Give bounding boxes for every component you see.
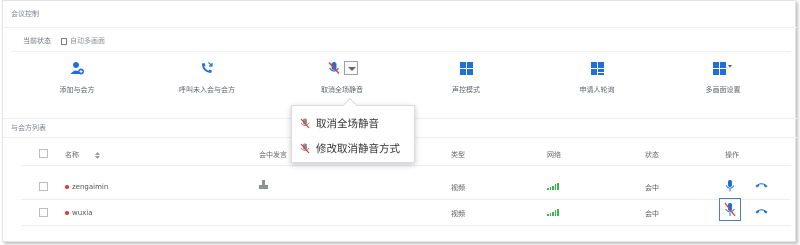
grid-icon <box>713 60 733 76</box>
requester-polling-button[interactable]: 申请人轮询 <box>547 60 647 95</box>
document-icon <box>61 37 67 45</box>
row-checkbox[interactable] <box>39 208 48 217</box>
grid-icon <box>590 60 604 76</box>
menu-item-label: 修改取消静音方式 <box>316 143 400 155</box>
menu-item-unmute-method[interactable]: 修改取消静音方式 <box>300 141 400 156</box>
status-row: 当前状态 自动多画面 <box>23 36 105 46</box>
mute-button[interactable] <box>725 180 735 192</box>
layout-label: 自动多画面 <box>70 37 105 45</box>
column-network: 网络 <box>547 151 561 159</box>
hangup-icon <box>755 183 768 188</box>
hangup-button[interactable] <box>755 208 768 214</box>
unmute-all-icon-group <box>327 60 358 76</box>
hangup-icon <box>755 209 768 214</box>
participant-status: 会中 <box>645 210 659 218</box>
mic-muted-icon <box>724 202 736 217</box>
call-icon <box>200 60 214 76</box>
signal-icon <box>547 183 559 192</box>
column-type: 类型 <box>451 151 465 159</box>
toolbar-label: 取消全场静音 <box>321 86 363 94</box>
call-absent-button[interactable]: 呼叫未入会与会方 <box>157 60 257 95</box>
table-row: wuxia 视频 会中 <box>21 198 791 224</box>
participant-name: zengaimin <box>65 183 108 191</box>
column-name[interactable]: 名称 <box>65 150 101 160</box>
toolbar-label: 声控模式 <box>452 86 480 94</box>
menu-item-unmute-all[interactable]: 取消全场静音 <box>300 116 379 131</box>
unmute-all-button[interactable]: 取消全场静音 <box>285 60 399 95</box>
unmute-dropdown-menu: 取消全场静音 修改取消静音方式 <box>291 97 415 163</box>
column-action: 操作 <box>725 151 739 159</box>
unmute-participant-button[interactable] <box>719 198 741 221</box>
mic-muted-icon <box>300 143 310 154</box>
toolbar-label: 添加与会方 <box>59 86 95 94</box>
status-label: 当前状态 <box>23 37 51 45</box>
participants-title: 与会方列表 <box>11 124 46 132</box>
toolbar: 添加与会方 呼叫未入会与会方 取消全场静音 声控模式 申请人轮询 多画面设置 <box>3 60 797 106</box>
menu-item-label: 取消全场静音 <box>316 118 379 130</box>
meeting-control-panel: 会议控制 当前状态 自动多画面 添加与会方 呼叫未入会与会方 取消全场静音 声控… <box>2 0 797 242</box>
hangup-button[interactable] <box>755 182 768 188</box>
row-checkbox[interactable] <box>39 182 48 191</box>
multi-view-settings-button[interactable]: 多画面设置 <box>673 60 773 95</box>
participant-status: 会中 <box>645 184 659 192</box>
signal-icon <box>547 209 559 218</box>
column-status: 状态 <box>645 151 659 159</box>
divider <box>21 199 791 200</box>
participant-type: 视频 <box>451 184 465 192</box>
chevron-down-icon[interactable] <box>343 61 358 75</box>
table-row: zengaimin 视频 会中 <box>21 176 791 198</box>
divider <box>21 225 791 226</box>
layout-status: 自动多画面 <box>61 36 105 46</box>
divider <box>11 51 791 52</box>
select-all-checkbox[interactable] <box>39 149 48 158</box>
mic-muted-icon <box>300 118 310 129</box>
participant-type: 视频 <box>451 210 465 218</box>
divider <box>3 27 797 28</box>
speaker-icon <box>259 180 268 190</box>
add-participant-button[interactable]: 添加与会方 <box>27 60 127 95</box>
divider <box>21 165 791 166</box>
grid-icon <box>459 60 473 76</box>
column-speaker: 会中发言 <box>259 151 287 159</box>
add-user-icon <box>70 60 84 76</box>
microphone-icon <box>725 180 735 192</box>
section-title: 会议控制 <box>11 10 39 18</box>
toolbar-label: 呼叫未入会与会方 <box>179 86 235 94</box>
sort-icon[interactable] <box>95 151 101 159</box>
online-dot <box>65 211 69 215</box>
voice-control-button[interactable]: 声控模式 <box>416 60 516 95</box>
toolbar-label: 多画面设置 <box>705 86 741 94</box>
online-dot <box>65 185 69 189</box>
toolbar-label: 申请人轮询 <box>579 86 615 94</box>
participant-name: wuxia <box>65 209 93 217</box>
mic-muted-icon <box>327 62 340 74</box>
